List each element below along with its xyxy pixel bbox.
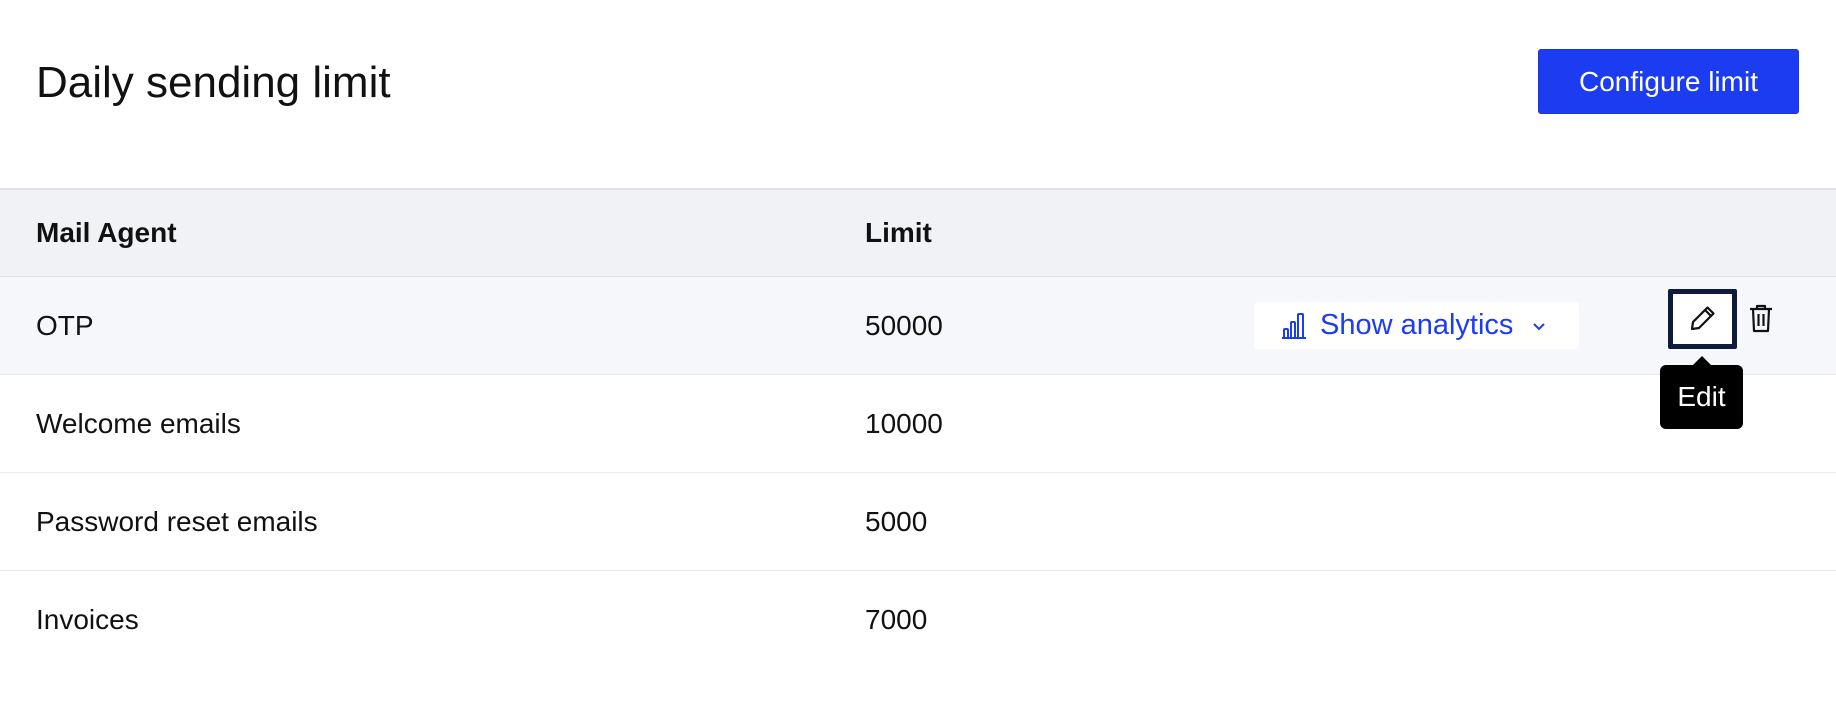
limit-value: 50000 bbox=[865, 309, 943, 341]
mail-agent-name: Invoices bbox=[36, 603, 139, 635]
edit-tooltip: Edit bbox=[1660, 356, 1743, 429]
bar-chart-icon bbox=[1280, 312, 1308, 340]
delete-button[interactable] bbox=[1744, 295, 1778, 343]
table-row[interactable]: OTP 50000 Show analytics bbox=[0, 277, 1836, 375]
show-analytics-button[interactable]: Show analytics bbox=[1254, 302, 1579, 349]
trash-icon bbox=[1748, 303, 1774, 336]
table-row[interactable]: Invoices 7000 bbox=[0, 571, 1836, 669]
mail-agent-name: OTP bbox=[36, 309, 94, 341]
column-header-limit: Limit bbox=[865, 217, 932, 248]
limit-value: 7000 bbox=[865, 603, 928, 635]
mail-agent-name: Welcome emails bbox=[36, 407, 241, 439]
page-title: Daily sending limit bbox=[36, 58, 391, 107]
page-header: Daily sending limit Configure limit bbox=[0, 0, 1836, 190]
limit-value: 10000 bbox=[865, 407, 943, 439]
column-header-mail-agent: Mail Agent bbox=[36, 217, 177, 248]
table-header: Mail Agent Limit bbox=[0, 188, 1836, 277]
table-row[interactable]: Password reset emails 5000 bbox=[0, 473, 1836, 571]
limit-value: 5000 bbox=[865, 505, 928, 537]
chevron-down-icon bbox=[1531, 318, 1547, 334]
mail-agent-name: Password reset emails bbox=[36, 505, 318, 537]
table-row[interactable]: Welcome emails 10000 bbox=[0, 375, 1836, 473]
show-analytics-label: Show analytics bbox=[1320, 309, 1514, 341]
edit-button[interactable] bbox=[1668, 289, 1737, 349]
configure-limit-button[interactable]: Configure limit bbox=[1538, 49, 1799, 114]
pencil-icon bbox=[1688, 303, 1718, 336]
limits-table: Mail Agent Limit OTP 50000 Show analytic… bbox=[0, 188, 1836, 669]
